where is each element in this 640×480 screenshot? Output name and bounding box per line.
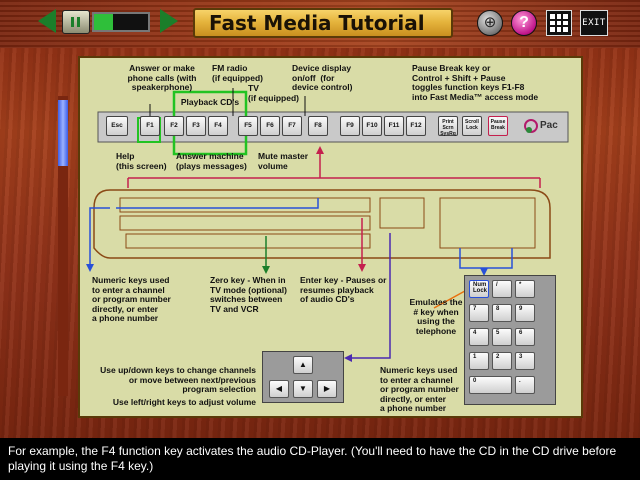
annotation-answer-calls: Answer or make phone calls (with speaker… [127,63,197,92]
annotation-fm-radio: FM radio (if equipped) [212,63,263,83]
previous-button[interactable] [38,9,56,33]
annotation-emulates: Emulates the # key when using the teleph… [409,297,463,336]
grid-cell [556,27,562,32]
numpad-key-6: 6 [515,328,535,346]
numpad-key-0: 0 [469,376,512,394]
numpad-key-multiply: * [515,280,535,298]
key-esc: Esc [106,116,128,136]
numpad-key-decimal: . [515,376,535,394]
caption-text: For example, the F4 function key activat… [0,438,640,480]
key-f3: F3 [186,116,206,136]
arrow-key-down: ▼ [293,380,313,398]
help-button[interactable]: ? [511,10,537,36]
exit-button[interactable]: EXIT [580,10,608,36]
numpad-key-4: 4 [469,328,489,346]
arrow-keys-diagram: ▲ ◀ ▼ ▶ [262,351,344,403]
key-f8: F8 [308,116,328,136]
grid-cell [563,14,568,19]
key-pause-break: Pause Break [488,116,508,136]
key-f6: F6 [260,116,280,136]
numpad-key-2: 2 [492,352,512,370]
globe-icon: ⊕ [483,14,497,31]
key-f4: F4 [208,116,228,136]
annotation-mute: Mute master volume [258,151,309,171]
grid-menu-button[interactable] [546,10,572,36]
progress-bar[interactable] [92,12,150,32]
annotation-help: Help (this screen) [116,151,167,171]
next-button[interactable] [160,9,178,33]
key-scroll-lock: Scroll Lock [462,116,482,136]
key-f5: F5 [238,116,258,136]
annotation-up-down: Use up/down keys to change channels or m… [100,365,256,394]
numpad-key-1: 1 [469,352,489,370]
numpad-key-divide: / [492,280,512,298]
progress-fill [94,14,113,30]
numpad-diagram: Num Lock / * 7 8 9 4 5 6 1 2 3 0 . [464,275,556,405]
annotation-answer-machine: Answer machine (plays messages) [176,151,247,171]
key-f10: F10 [362,116,382,136]
annotation-left-right: Use left/right keys to adjust volume [112,397,256,407]
keyboard-diagram: Esc F1 F2 F3 F4 F5 F6 F7 F8 F9 F10 F11 F… [78,56,583,418]
key-f11: F11 [384,116,404,136]
key-f12: F12 [406,116,426,136]
annotation-enter-key: Enter key - Pauses or resumes playback o… [300,275,387,304]
annotation-device-display: Device display on/off (for device contro… [292,63,353,92]
grid-cell [550,27,555,32]
window-title: Fast Media Tutorial [193,8,453,38]
grid-cell [563,20,568,26]
grid-cell [550,14,555,19]
arrow-key-up: ▲ [293,356,313,374]
annotation-numeric-left: Numeric keys used to enter a channel or … [92,275,171,323]
numpad-key-num-lock: Num Lock [469,280,489,298]
grid-cell [550,20,555,26]
arrow-key-right: ▶ [317,380,337,398]
grid-cell [563,27,568,32]
scrollbar[interactable] [58,96,68,396]
scroll-thumb[interactable] [58,100,68,166]
numpad-key-3: 3 [515,352,535,370]
numpad-key-9: 9 [515,304,535,322]
key-f2: F2 [164,116,184,136]
key-f7: F7 [282,116,302,136]
numpad-key-5: 5 [492,328,512,346]
pause-icon [71,17,80,27]
pause-button[interactable] [62,10,90,34]
brand-text: Pac [540,120,558,131]
app-frame: Fast Media Tutorial ⊕ ? EXIT Esc F1 F2 F… [0,0,640,438]
grid-cell [556,14,562,19]
key-f9: F9 [340,116,360,136]
annotation-zero-key: Zero key - When in TV mode (optional) sw… [210,275,287,314]
grid-cell [556,20,562,26]
arrow-key-left: ◀ [269,380,289,398]
annotation-playback-cds: Playback CD's [180,97,240,107]
annotation-numeric-right: Numeric keys used to enter a channel or … [380,365,459,413]
globe-button[interactable]: ⊕ [477,10,503,36]
numpad-key-7: 7 [469,304,489,322]
key-f1: F1 [140,116,160,136]
numpad-key-8: 8 [492,304,512,322]
annotation-pause-break: Pause Break key or Control + Shift + Pau… [412,63,539,102]
key-print-screen: Print Scrn SysRq [438,116,458,137]
